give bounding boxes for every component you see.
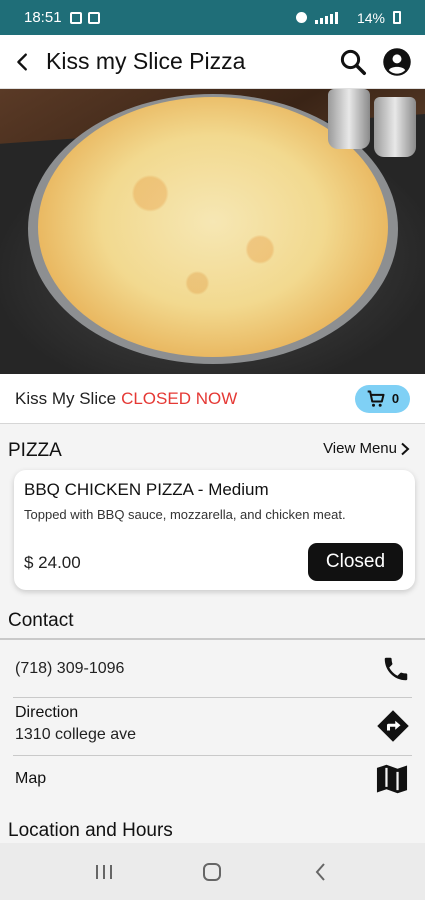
search-icon <box>340 49 366 75</box>
account-button[interactable] <box>375 35 419 89</box>
page-title: Kiss my Slice Pizza <box>46 48 246 74</box>
view-menu-label: View Menu <box>323 440 397 457</box>
recent-apps-icon[interactable] <box>93 863 115 881</box>
search-button[interactable] <box>331 35 375 89</box>
store-name: Kiss My Slice <box>15 388 117 408</box>
notification-icons <box>69 11 100 24</box>
menu-item-description: Topped with BBQ sauce, mozzarella, and c… <box>24 507 346 522</box>
phone-icon[interactable] <box>381 654 411 684</box>
phone-number: (718) 309-1096 <box>15 660 125 677</box>
store-info-row: Kiss My Slice CLOSED NOW 0 <box>0 374 425 424</box>
closed-button[interactable]: Closed <box>308 543 403 581</box>
cart-icon <box>367 390 385 407</box>
battery-icon <box>393 11 401 24</box>
menu-item-price: $ 24.00 <box>24 553 81 572</box>
shaker-right <box>374 97 416 157</box>
image-notification-icon <box>69 11 82 24</box>
shaker-left <box>328 89 370 149</box>
back-button[interactable] <box>0 35 46 89</box>
map-icon[interactable] <box>373 760 411 798</box>
address-text: 1310 college ave <box>15 726 136 743</box>
phone-row[interactable]: (718) 309-1096 <box>0 640 425 698</box>
contact-title: Contact <box>8 610 74 631</box>
home-icon[interactable] <box>201 861 223 883</box>
direction-row[interactable]: Direction 1310 college ave <box>0 698 425 756</box>
store-status: CLOSED NOW <box>121 388 238 408</box>
map-row[interactable]: Map <box>0 756 425 808</box>
direction-label: Direction <box>15 704 79 721</box>
contact-header: Contact <box>0 606 425 640</box>
view-menu-link[interactable]: View Menu <box>323 440 411 457</box>
restaurant-hero-image <box>0 89 425 374</box>
alarm-icon <box>295 12 307 23</box>
chevron-right-icon <box>401 442 410 455</box>
app-notification-icon <box>87 11 100 24</box>
signal-icon <box>314 11 349 24</box>
system-nav-bar <box>0 843 425 900</box>
app-bar: Kiss my Slice Pizza <box>0 35 425 89</box>
menu-item-name: BBQ CHICKEN PIZZA - Medium <box>24 480 269 499</box>
battery-percent: 14% <box>356 9 385 26</box>
account-icon <box>383 47 411 76</box>
map-label: Map <box>15 770 47 787</box>
nav-back-icon[interactable] <box>310 861 332 883</box>
location-hours-title: Location and Hours <box>8 820 173 841</box>
cart-count: 0 <box>391 391 400 406</box>
back-arrow-icon <box>17 52 27 71</box>
directions-icon[interactable] <box>375 708 411 744</box>
menu-section: PIZZA View Menu BBQ CHICKEN PIZZA - Medi… <box>0 424 425 606</box>
status-right: 14% <box>295 9 401 26</box>
status-bar: 18:51 14% <box>0 0 425 35</box>
section-title: PIZZA <box>8 440 62 461</box>
status-time: 18:51 <box>24 9 62 26</box>
menu-item-card[interactable]: BBQ CHICKEN PIZZA - Medium Topped with B… <box>14 470 415 590</box>
cart-button[interactable]: 0 <box>355 384 410 413</box>
